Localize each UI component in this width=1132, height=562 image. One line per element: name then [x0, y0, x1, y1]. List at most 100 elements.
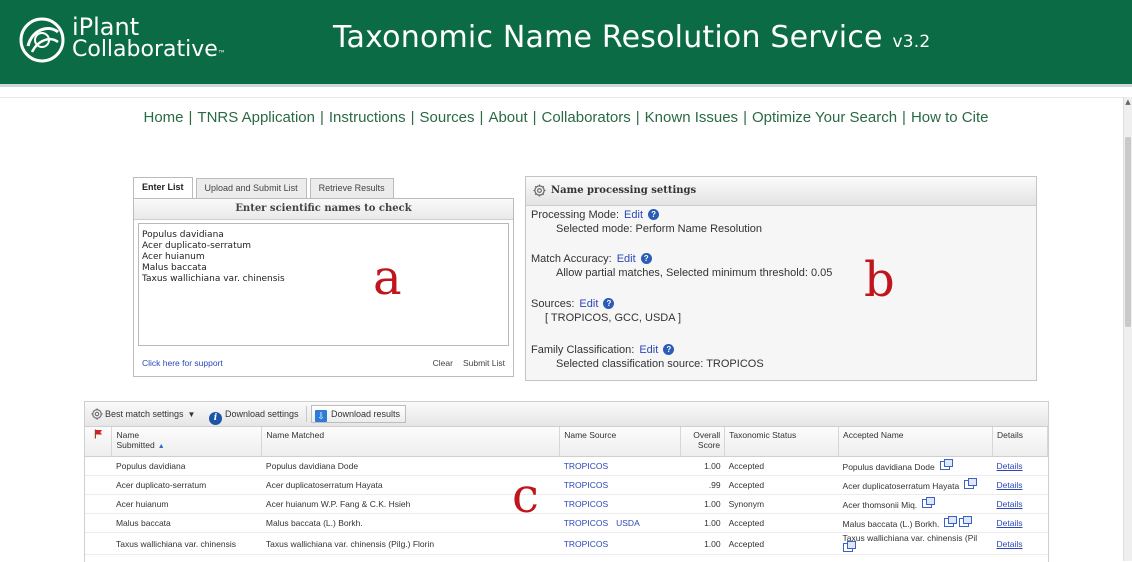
source-link[interactable]: TROPICOS	[564, 499, 608, 509]
overall-score-header[interactable]: Overall Score	[680, 427, 726, 457]
tab-upload-submit-list[interactable]: Upload and Submit List	[195, 178, 307, 198]
download-results-button[interactable]: ⇩ Download results	[311, 405, 407, 423]
accepted-name-cell: Taxus wallichiana var. chinensis (Pil	[838, 532, 993, 555]
details-link[interactable]: Details	[992, 494, 1048, 514]
name-entry-footer: Click here for support Clear Submit List	[134, 350, 513, 376]
nav-link-home[interactable]: Home	[144, 109, 184, 126]
nav-separator: |	[532, 109, 537, 126]
name-entry-heading: Enter scientific names to check	[134, 199, 513, 220]
settings-panel: Name processing settings Processing Mode…	[525, 176, 1037, 381]
accepted-name-cell: Acer duplicatoserratum Hayata	[838, 475, 993, 495]
table-row[interactable]: Populus davidiana Populus davidiana Dode T…	[85, 456, 1048, 476]
sources-value: [ TROPICOS, GCC, USDA ]	[545, 312, 682, 324]
page-scrollbar[interactable]: ▲	[1123, 97, 1132, 561]
accepted-name-text: Malus baccata (L.) Borkh.	[842, 518, 940, 529]
family-classification-edit-link[interactable]: Edit	[639, 344, 658, 356]
nav-link-collaborators[interactable]: Collaborators	[542, 109, 631, 126]
family-classification-setting: Family Classification: Edit? Selected cla…	[531, 344, 764, 370]
entered-name-line: Acer huianum	[142, 252, 205, 262]
accepted-name-cell: Acer thomsonii Miq.	[838, 494, 993, 514]
scroll-up-icon[interactable]: ▲	[1124, 97, 1132, 107]
name-matched-header[interactable]: Name Matched	[261, 427, 561, 457]
table-row[interactable]: Acer huianum Acer huianum W.P. Fang & C.K…	[85, 494, 1048, 514]
nav-link-about[interactable]: About	[488, 109, 527, 126]
divider	[0, 97, 1124, 98]
name-source-cell: TROPICOS	[559, 494, 681, 514]
sources-edit-link[interactable]: Edit	[579, 298, 598, 310]
details-link[interactable]: Details	[992, 475, 1048, 495]
help-icon[interactable]: ?	[663, 344, 675, 355]
tab-retrieve-results[interactable]: Retrieve Results	[309, 178, 394, 198]
source-link[interactable]: TROPICOS	[564, 518, 608, 528]
external-link-icon[interactable]	[842, 541, 856, 552]
taxonomic-status-cell: Synonym	[724, 494, 839, 514]
nav-link-tnrs-application[interactable]: TNRS Application	[197, 109, 315, 126]
table-row[interactable]: Taxus wallichiana var. chinensis Taxus wa…	[85, 532, 1048, 555]
name-submitted-cell: Populus davidiana	[111, 456, 262, 476]
nav-separator: |	[479, 109, 484, 126]
taxonomic-status-cell: Accepted	[724, 532, 839, 555]
name-matched-cell: Taxus wallichiana var. chinensis (Pilg.)…	[261, 532, 560, 555]
nav-separator: |	[410, 109, 415, 126]
source-link[interactable]: TROPICOS	[564, 461, 608, 471]
details-header[interactable]: Details	[992, 427, 1048, 457]
flag-icon	[94, 429, 102, 439]
external-link-icon[interactable]	[959, 515, 973, 527]
overall-score-cell: 1.00	[680, 513, 725, 533]
gear-icon	[533, 184, 546, 197]
name-source-header[interactable]: Name Source	[559, 427, 682, 457]
taxonomic-status-cell: Accepted	[724, 475, 839, 495]
external-link-icon[interactable]	[939, 458, 953, 470]
accepted-name-text: Acer thomsonii Miq.	[842, 499, 918, 510]
clear-button[interactable]: Clear	[433, 358, 453, 368]
nav-link-known-issues[interactable]: Known Issues	[645, 109, 738, 126]
accepted-name-text: Taxus wallichiana var. chinensis (Pil	[842, 533, 978, 543]
sources-setting: Sources: Edit? [ TROPICOS, GCC, USDA ]	[531, 298, 682, 324]
table-row[interactable]: Malus baccata Malus baccata (L.) Borkh. TR…	[85, 513, 1048, 533]
details-link[interactable]: Details	[992, 456, 1048, 476]
best-match-settings-button[interactable]: Best match settings ▼	[91, 406, 195, 422]
chevron-down-icon: ▼	[187, 410, 196, 419]
iplant-logo[interactable]: iPlant Collaborative™	[18, 12, 226, 72]
source-link[interactable]: TROPICOS	[564, 539, 608, 549]
processing-mode-edit-link[interactable]: Edit	[624, 209, 643, 221]
names-textarea[interactable]: Populus davidiana Acer duplicato-serratum…	[138, 223, 509, 346]
gear-icon	[91, 408, 103, 420]
nav-link-instructions[interactable]: Instructions	[329, 109, 406, 126]
support-link[interactable]: Click here for support	[142, 350, 223, 376]
nav-link-how-to-cite[interactable]: How to Cite	[911, 109, 989, 126]
external-link-icon[interactable]	[944, 515, 958, 527]
source-link[interactable]: USDA	[616, 518, 640, 528]
overall-score-cell: 1.00	[680, 456, 725, 476]
external-link-icon[interactable]	[964, 477, 978, 489]
download-settings-button[interactable]: i Download settings	[209, 406, 299, 425]
nav-separator: |	[188, 109, 193, 126]
version-label: v3.2	[892, 32, 931, 52]
external-link-icon[interactable]	[922, 496, 936, 508]
annotation-b: b	[864, 252, 895, 308]
nav-link-optimize-your-search[interactable]: Optimize Your Search	[752, 109, 897, 126]
main-nav: Home | TNRS Application | Instructions | Sourc…	[0, 109, 1132, 126]
details-link[interactable]: Details	[992, 513, 1048, 533]
nav-link-sources[interactable]: Sources	[420, 109, 475, 126]
scrollbar-thumb[interactable]	[1125, 137, 1131, 327]
submit-list-button[interactable]: Submit List	[463, 358, 505, 368]
details-link[interactable]: Details	[992, 532, 1048, 555]
name-submitted-header[interactable]: Name Submitted ▲	[111, 427, 263, 457]
input-tabs: Enter List Upload and Submit List Retrieve…	[133, 177, 397, 198]
taxonomic-status-header[interactable]: Taxonomic Status	[724, 427, 840, 457]
help-icon[interactable]: ?	[603, 298, 615, 309]
help-icon[interactable]: ?	[648, 209, 660, 220]
table-row[interactable]: Acer duplicato-serratum Acer duplicatoser…	[85, 475, 1048, 495]
source-link[interactable]: TROPICOS	[564, 480, 608, 490]
flag-column-header[interactable]	[85, 427, 113, 457]
entered-name-line: Populus davidiana	[142, 230, 224, 240]
name-submitted-cell: Acer huianum	[111, 494, 262, 514]
accepted-name-header[interactable]: Accepted Name	[838, 427, 993, 457]
flag-cell	[85, 532, 112, 555]
name-entry-panel: Enter scientific names to check Populus …	[133, 198, 514, 377]
match-accuracy-edit-link[interactable]: Edit	[617, 253, 636, 265]
help-icon[interactable]: ?	[640, 253, 652, 264]
tab-enter-list[interactable]: Enter List	[133, 177, 193, 198]
flag-cell	[85, 494, 112, 514]
